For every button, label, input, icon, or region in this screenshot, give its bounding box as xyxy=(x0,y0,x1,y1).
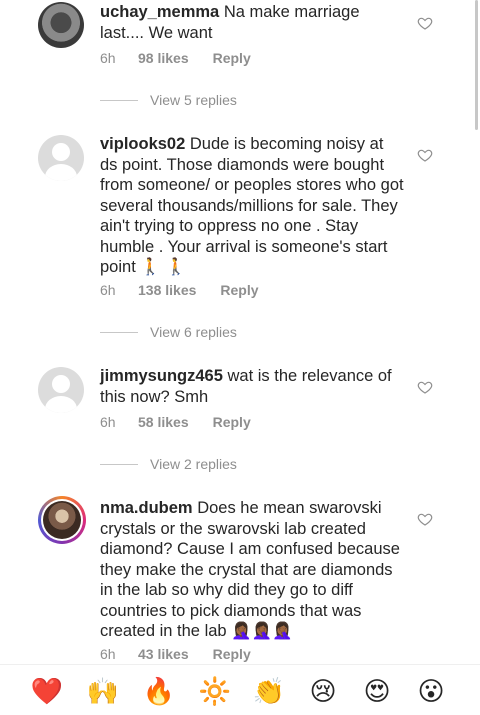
comment-username[interactable]: viplooks02 xyxy=(100,135,185,153)
comment-time: 6h xyxy=(100,414,116,430)
reply-button[interactable]: Reply xyxy=(220,282,258,298)
reply-button[interactable]: Reply xyxy=(213,646,251,662)
heart-eyes-emoji-icon[interactable]: 😍 xyxy=(360,675,394,709)
view-replies-label: View 6 replies xyxy=(150,324,237,340)
fire-emoji-icon[interactable]: 🔥 xyxy=(142,675,176,709)
comment-username[interactable]: uchay_memma xyxy=(100,3,219,21)
comment-username[interactable]: jimmysungz465 xyxy=(100,367,223,385)
scrollbar[interactable] xyxy=(475,0,478,130)
view-replies-label: View 5 replies xyxy=(150,92,237,108)
crying-face-emoji-icon[interactable]: 😢 xyxy=(306,675,340,709)
comment-body: nma.dubem Does he mean swarovski crystal… xyxy=(100,498,405,642)
comment-meta: 6h 58 likes Reply xyxy=(100,414,251,430)
comment-meta: 6h 43 likes Reply xyxy=(100,646,251,662)
clapping-hands-emoji-icon[interactable]: 👏 xyxy=(252,675,286,709)
emoji-reaction-bar: ❤️ 🙌 🔥 🔆 👏 😢 😍 😮 xyxy=(0,664,480,715)
heart-icon[interactable] xyxy=(417,511,433,527)
comment-text: Dude is becoming noisy at ds point. Thos… xyxy=(100,135,409,276)
avatar[interactable] xyxy=(38,367,84,413)
heart-icon[interactable] xyxy=(417,15,433,31)
comment-likes[interactable]: 98 likes xyxy=(138,50,189,66)
reply-button[interactable]: Reply xyxy=(213,414,251,430)
comment-text: Does he mean swarovski crystals or the s… xyxy=(100,499,405,640)
divider xyxy=(100,463,138,465)
comment-meta: 6h 98 likes Reply xyxy=(100,50,251,66)
comment-body: viplooks02 Dude is becoming noisy at ds … xyxy=(100,134,405,278)
divider xyxy=(100,331,138,333)
comment-meta: 6h 138 likes Reply xyxy=(100,282,259,298)
avatar[interactable] xyxy=(38,496,86,544)
comment-time: 6h xyxy=(100,646,116,662)
comment-likes[interactable]: 58 likes xyxy=(138,414,189,430)
red-heart-emoji-icon[interactable]: ❤️ xyxy=(30,675,64,709)
avatar[interactable] xyxy=(38,2,84,48)
comment-body: uchay_memma Na make marriage last.... We… xyxy=(100,2,405,43)
raising-hands-emoji-icon[interactable]: 🙌 xyxy=(86,675,120,709)
sun-emoji-icon[interactable]: 🔆 xyxy=(198,675,232,709)
reply-button[interactable]: Reply xyxy=(213,50,251,66)
comment-body: jimmysungz465 wat is the relevance of th… xyxy=(100,366,405,407)
comment-likes[interactable]: 43 likes xyxy=(138,646,189,662)
view-replies-label: View 2 replies xyxy=(150,456,237,472)
comment-time: 6h xyxy=(100,282,116,298)
comment-time: 6h xyxy=(100,50,116,66)
view-replies-button[interactable]: View 2 replies xyxy=(100,456,237,472)
view-replies-button[interactable]: View 5 replies xyxy=(100,92,237,108)
divider xyxy=(100,99,138,101)
heart-icon[interactable] xyxy=(417,379,433,395)
comment-username[interactable]: nma.dubem xyxy=(100,499,193,517)
surprised-face-emoji-icon[interactable]: 😮 xyxy=(414,675,448,709)
comment-likes[interactable]: 138 likes xyxy=(138,282,196,298)
avatar-photo xyxy=(41,499,83,541)
view-replies-button[interactable]: View 6 replies xyxy=(100,324,237,340)
heart-icon[interactable] xyxy=(417,147,433,163)
avatar[interactable] xyxy=(38,135,84,181)
